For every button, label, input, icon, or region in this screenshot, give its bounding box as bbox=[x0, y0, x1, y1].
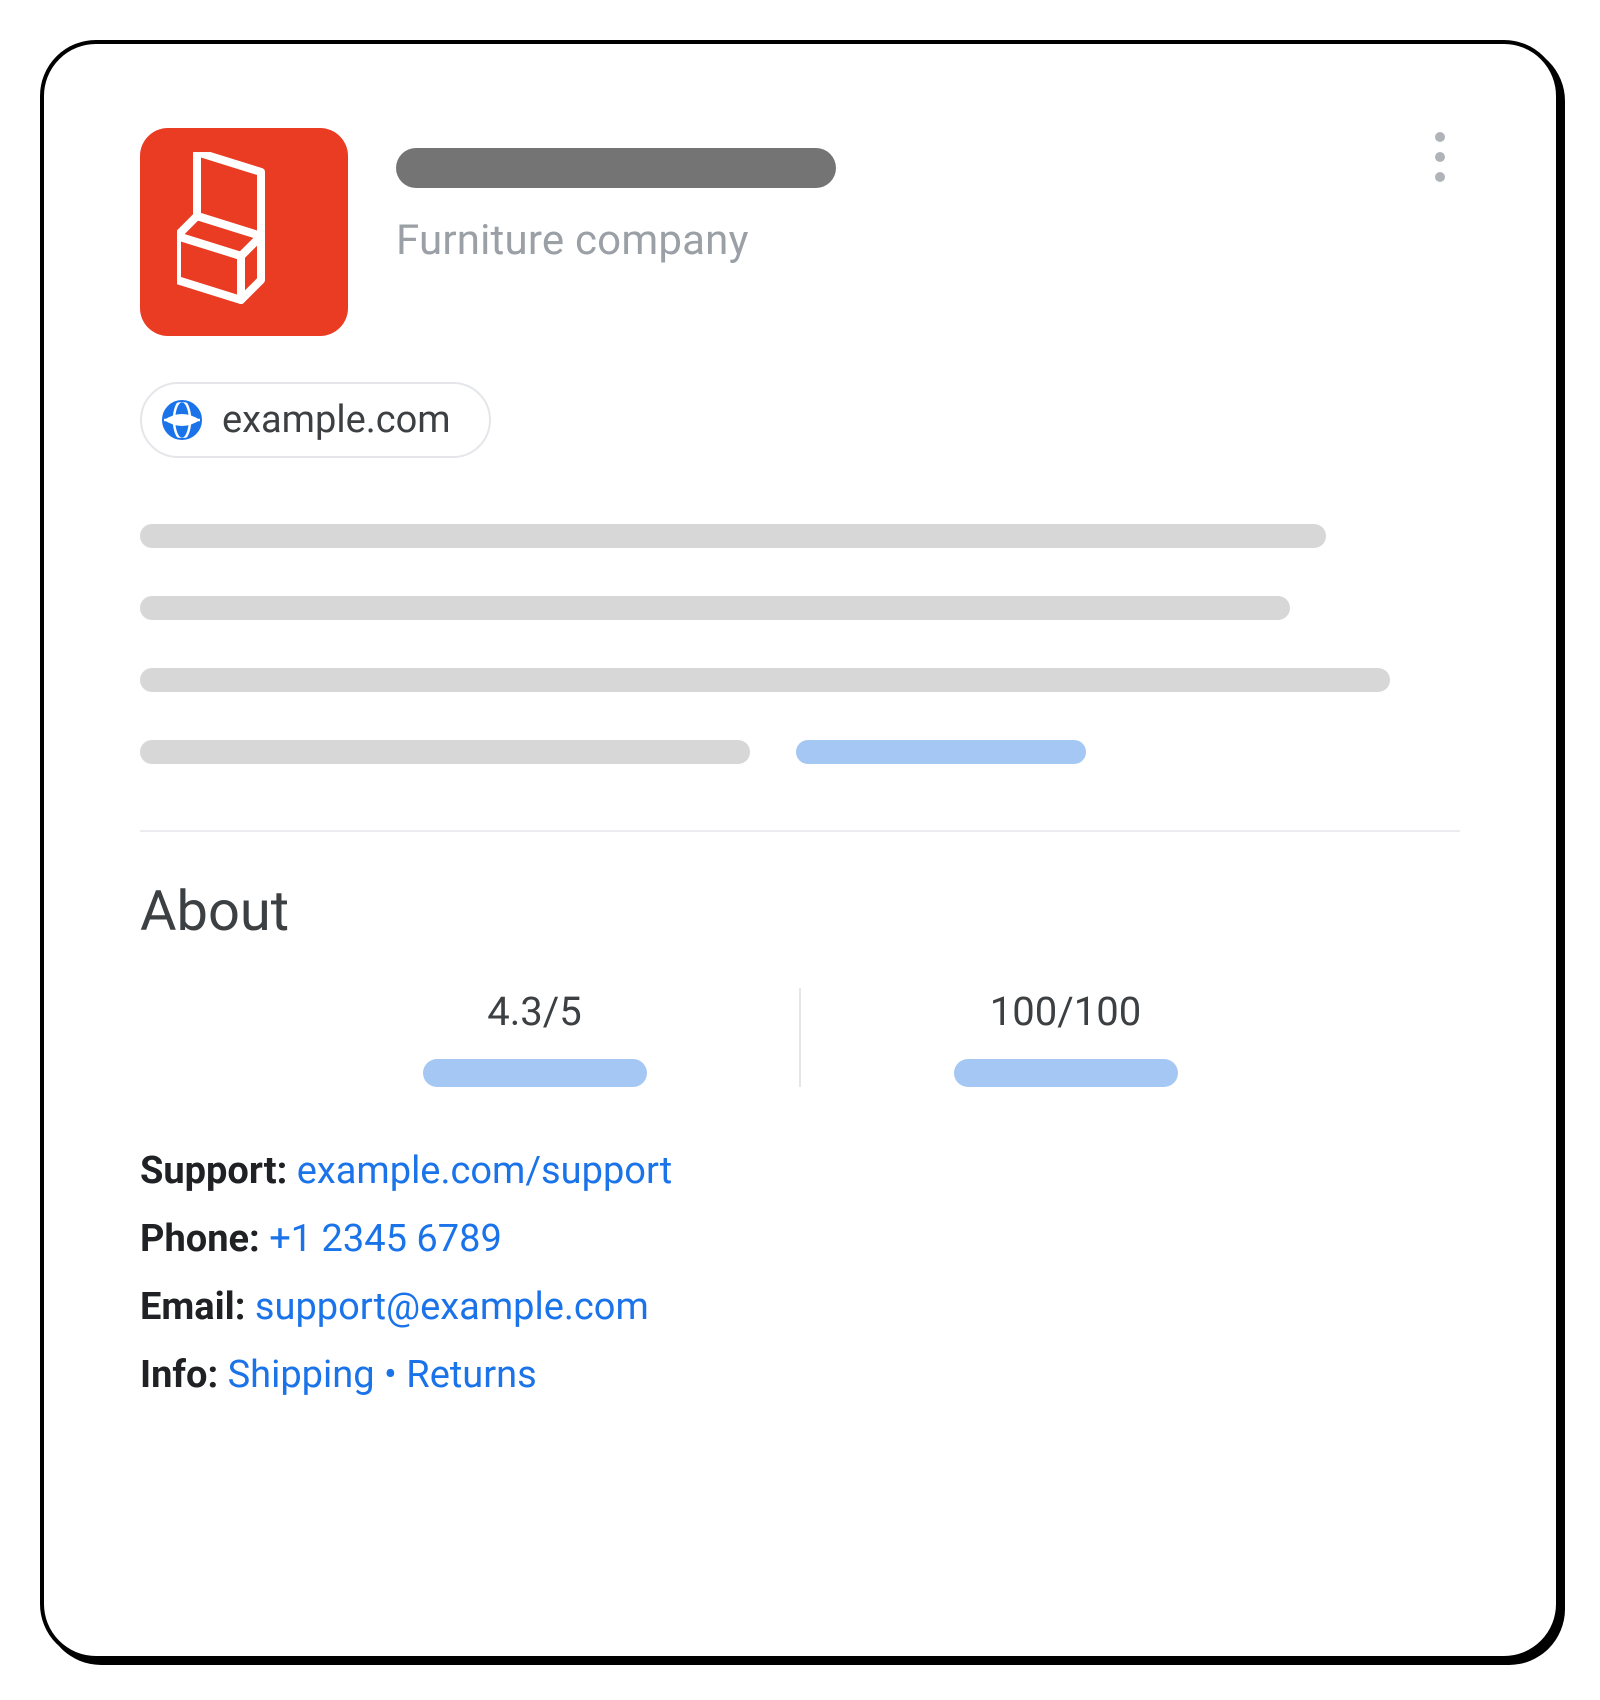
phone-row: Phone: +1 2345 6789 bbox=[140, 1217, 1460, 1261]
score-value: 100/100 bbox=[990, 988, 1141, 1035]
support-link[interactable]: example.com/support bbox=[297, 1149, 672, 1193]
header-text: Furniture company bbox=[348, 128, 1420, 265]
divider bbox=[140, 830, 1460, 832]
score-stat: 100/100 bbox=[799, 988, 1330, 1087]
info-row: Info: Shipping • Returns bbox=[140, 1353, 1460, 1397]
merchant-logo bbox=[140, 128, 348, 336]
header: Furniture company bbox=[140, 128, 1460, 336]
about-heading: About bbox=[140, 878, 1460, 944]
merchant-title-placeholder bbox=[396, 148, 836, 188]
email-row: Email: support@example.com bbox=[140, 1285, 1460, 1329]
description-placeholder bbox=[140, 524, 1460, 764]
email-link[interactable]: support@example.com bbox=[255, 1285, 649, 1329]
email-label: Email: bbox=[140, 1285, 245, 1329]
more-options-icon[interactable] bbox=[1420, 128, 1460, 182]
placeholder-line bbox=[140, 596, 1290, 620]
info-link-returns[interactable]: Returns bbox=[406, 1353, 536, 1397]
info-link-shipping[interactable]: Shipping bbox=[228, 1353, 375, 1397]
website-chip-label: example.com bbox=[222, 398, 451, 442]
phone-label: Phone: bbox=[140, 1217, 260, 1261]
rating-label-placeholder bbox=[423, 1059, 647, 1087]
info-label: Info: bbox=[140, 1353, 218, 1397]
info-separator: • bbox=[375, 1353, 407, 1397]
rating-stat: 4.3/5 bbox=[270, 988, 799, 1087]
chair-icon bbox=[177, 152, 312, 312]
score-label-placeholder bbox=[954, 1059, 1178, 1087]
stats-row: 4.3/5 100/100 bbox=[270, 988, 1330, 1087]
placeholder-link[interactable] bbox=[796, 740, 1086, 764]
website-chip[interactable]: example.com bbox=[140, 382, 491, 458]
merchant-category: Furniture company bbox=[396, 216, 1420, 265]
knowledge-panel-card: Furniture company example.com About bbox=[40, 40, 1560, 1660]
placeholder-line bbox=[140, 740, 750, 764]
rating-value: 4.3/5 bbox=[487, 988, 582, 1035]
phone-link[interactable]: +1 2345 6789 bbox=[269, 1217, 502, 1261]
placeholder-line bbox=[140, 524, 1326, 548]
support-label: Support: bbox=[140, 1149, 287, 1193]
globe-icon bbox=[162, 400, 202, 440]
contact-block: Support: example.com/support Phone: +1 2… bbox=[140, 1149, 1460, 1397]
support-row: Support: example.com/support bbox=[140, 1149, 1460, 1193]
placeholder-line bbox=[140, 668, 1390, 692]
